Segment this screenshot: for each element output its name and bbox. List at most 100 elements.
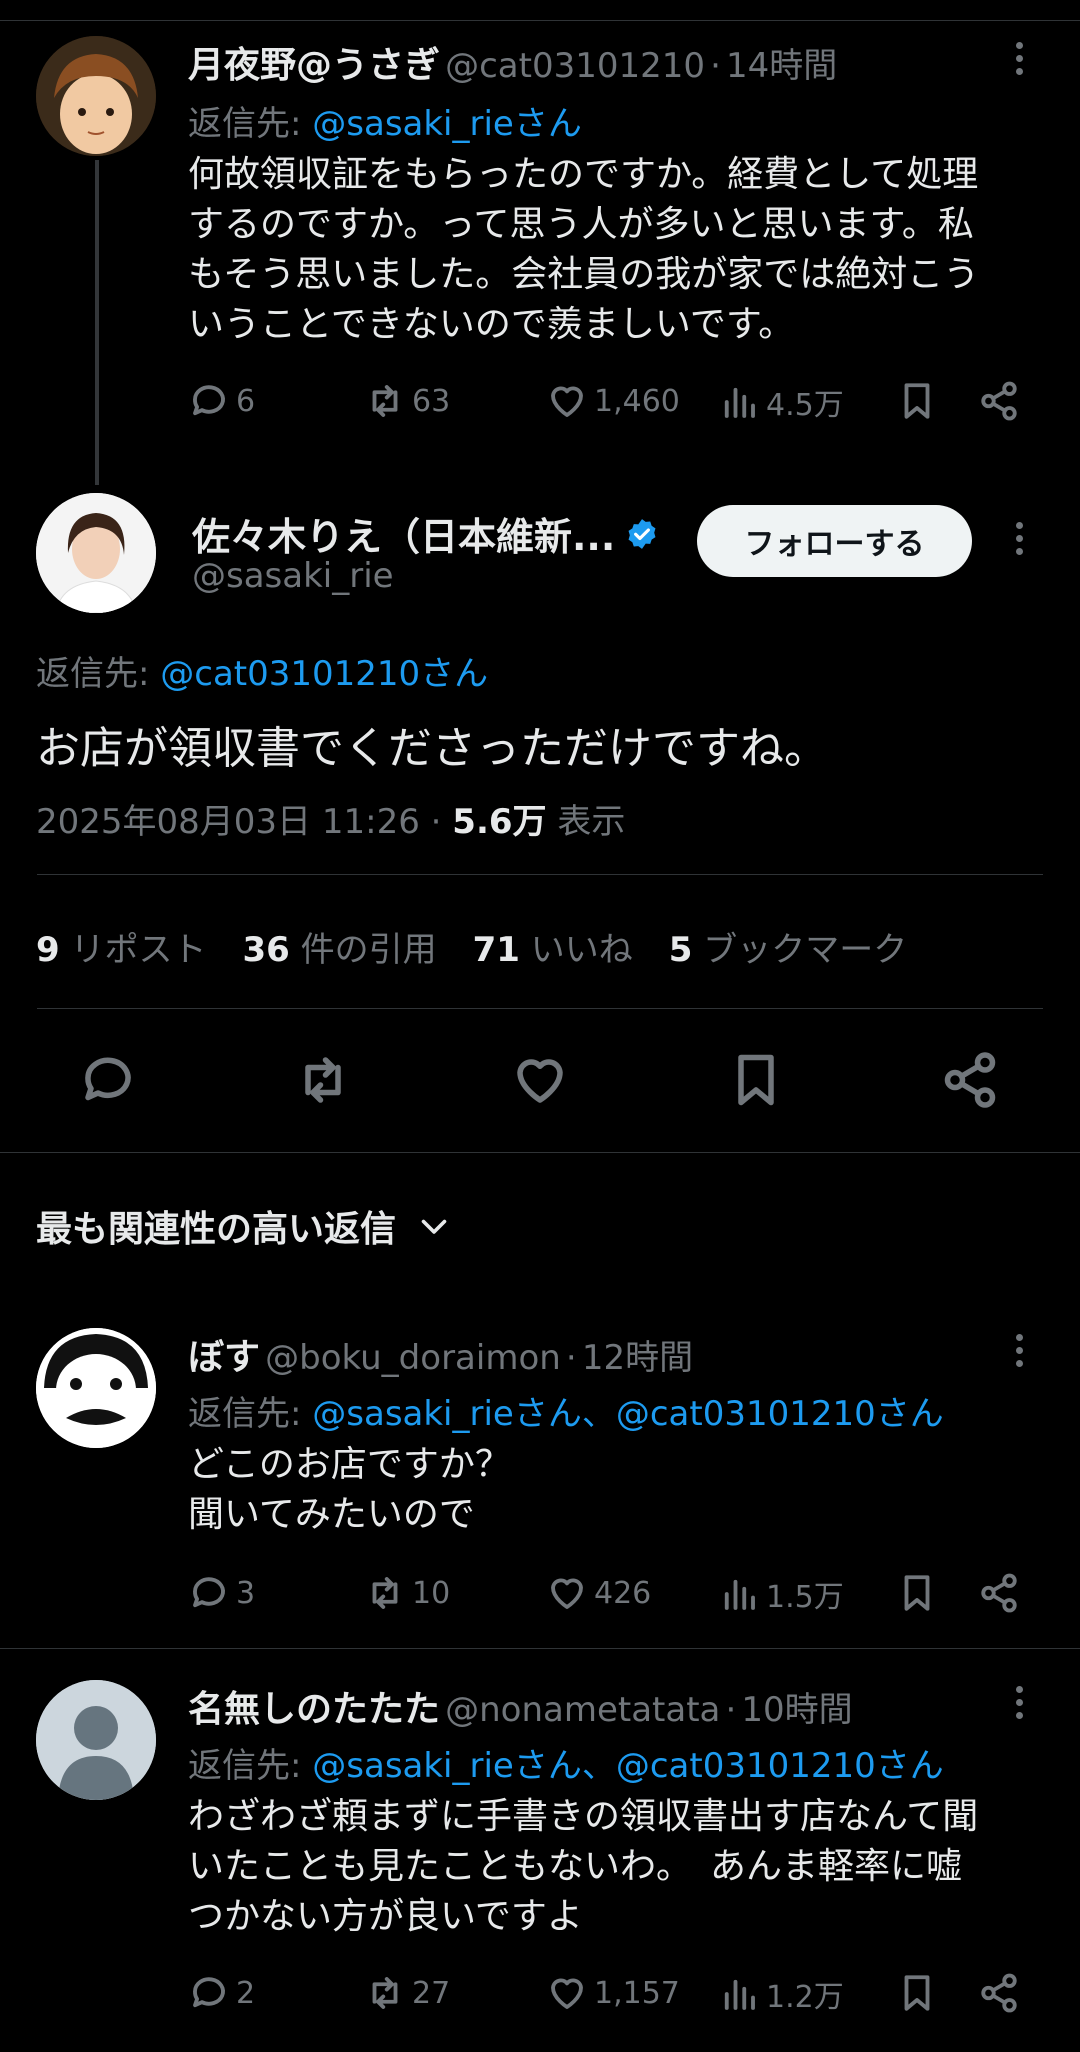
more-icon[interactable] [1014,42,1026,81]
views-count: 1.2万 [766,1980,844,2015]
avatar-tsukiyono[interactable] [36,36,156,156]
like-button[interactable]: 426 [546,1572,651,1614]
retweet-button[interactable]: 10 [364,1572,450,1614]
avatar-bosu[interactable] [36,1328,156,1448]
main-retweet-button[interactable] [293,1050,353,1114]
reply-to-link[interactable]: @sasaki_rieさん [312,104,582,144]
like-count: 1,157 [594,1975,680,2011]
reply1-name[interactable]: ぼす [188,1337,260,1378]
reply1-time[interactable]: 12時間 [582,1338,693,1378]
reply-icon [193,1577,225,1608]
main-reply-to: 返信先: @cat03101210さん [36,646,488,695]
share-icon [981,1973,1017,2013]
more-icon[interactable] [1014,1686,1026,1725]
retweet-count: 27 [412,1975,451,2011]
tweet1-time[interactable]: 14時間 [726,46,837,86]
bookmark-icon [904,383,930,419]
reply-sort-label: 最も関連性の高い返信 [36,1209,397,1250]
reply2-time[interactable]: 10時間 [741,1690,852,1730]
heart-icon [551,1978,583,2009]
bookmark-button[interactable] [896,1572,938,1614]
bookmark-icon [904,1975,930,2011]
main-reply-button[interactable] [78,1050,138,1114]
dot-separator: · [725,1690,737,1730]
retweet-button[interactable]: 27 [364,1972,450,2014]
tweet1-header: 月夜野@うさぎ @cat03101210 · 14時間 [188,36,837,88]
top-divider [0,20,1080,21]
views-button[interactable]: 1.5万 [718,1572,844,1616]
tweet1-name[interactable]: 月夜野@うさぎ [188,45,440,86]
reply2-text: わざわざ頼まずに手書きの領収書出す店なんて聞 いたことも見たこともないわ。 あん… [188,1796,979,1937]
reply-to-link[interactable]: @sasaki_rieさん、@cat03101210さん [312,1394,944,1434]
reply-to-link[interactable]: @cat03101210さん [160,654,488,694]
divider [37,874,1043,875]
reply-to-label: 返信先: [188,1394,313,1434]
reply-sort-selector[interactable]: 最も関連性の高い返信 [36,1200,452,1252]
stat-bookmarks[interactable]: 5 ブックマーク [669,922,907,971]
main-like-button[interactable] [510,1050,570,1114]
like-button[interactable]: 1,460 [546,380,680,422]
reply2-name[interactable]: 名無しのたたた [188,1689,440,1730]
retweet-icon [372,385,398,417]
views-button[interactable]: 1.2万 [718,1972,844,2016]
share-button[interactable] [978,1572,1020,1614]
reply-to-label: 返信先: [188,1746,313,1786]
reply2-handle[interactable]: @nonametatata [445,1690,720,1730]
tweet1-text: 何故領収証をもらったのですか。経費として処理 するのですか。って思う人が多いと思… [188,154,980,345]
divider [37,1008,1043,1009]
views-count: 1.5万 [766,1580,844,1615]
verified-badge-icon [628,518,656,549]
main-name-row: 佐々木りえ（日本維新... [192,506,659,561]
tweet1-handle[interactable]: @cat03101210 [445,46,705,86]
reply1-reply-to: 返信先: @sasaki_rieさん、@cat03101210さん [188,1386,944,1435]
share-icon [981,1573,1017,1613]
share-icon [981,381,1017,421]
reply1-handle[interactable]: @boku_doraimon [265,1338,561,1378]
main-bookmark-button[interactable] [726,1050,786,1114]
share-button[interactable] [978,1972,1020,2014]
main-datetime[interactable]: 2025年08月03日 11:26 [36,802,420,842]
bookmark-button[interactable] [896,380,938,422]
more-icon[interactable] [1014,1334,1026,1373]
retweet-count: 10 [412,1575,451,1611]
views-button[interactable]: 4.5万 [718,380,844,424]
reply-icon [85,1057,131,1101]
share-icon [944,1052,996,1108]
reply-button[interactable]: 6 [188,380,255,422]
retweet-button[interactable]: 63 [364,380,450,422]
dot-separator: · [430,802,442,842]
avatar-face-drawing [36,1328,156,1448]
stat-reposts[interactable]: 9 リポスト [36,922,206,971]
bookmark-icon [904,1575,930,1611]
follow-button[interactable]: フォローする [697,505,972,577]
avatar-portrait [36,493,156,613]
stat-quotes[interactable]: 36 件の引用 [242,922,436,971]
retweet-icon [305,1057,341,1103]
reply-to-link[interactable]: @sasaki_rieさん、@cat03101210さん [312,1746,944,1786]
reply-count: 6 [236,383,256,419]
retweet-icon [372,1577,398,1609]
main-share-button[interactable] [940,1050,1000,1114]
reply-to-label: 返信先: [188,104,313,144]
reply-button[interactable]: 2 [188,1972,255,2014]
thread-line [95,160,99,485]
bookmark-button[interactable] [896,1972,938,2014]
avatar-default[interactable] [36,1680,156,1800]
main-handle[interactable]: @sasaki_rie [192,556,394,596]
main-name[interactable]: 佐々木りえ（日本維新... [192,506,615,561]
engagement-stats: 9 リポスト 36 件の引用 71 いいね 5 ブックマーク [36,922,907,971]
reply1-text: どこのお店ですか？ 聞いてみたいので [188,1444,511,1535]
heart-icon [517,1059,563,1103]
like-button[interactable]: 1,157 [546,1972,680,2014]
avatar-sasaki[interactable] [36,493,156,613]
views-icon [724,1579,755,1610]
stat-likes[interactable]: 71 いいね [473,922,633,971]
dot-separator: · [565,1338,577,1378]
reply-icon [193,1977,225,2008]
reply-button[interactable]: 3 [188,1572,255,1614]
views-count: 4.5万 [766,388,844,423]
share-button[interactable] [978,380,1020,422]
retweet-count: 63 [412,383,451,419]
like-count: 426 [594,1575,652,1611]
more-icon[interactable] [1014,522,1026,561]
